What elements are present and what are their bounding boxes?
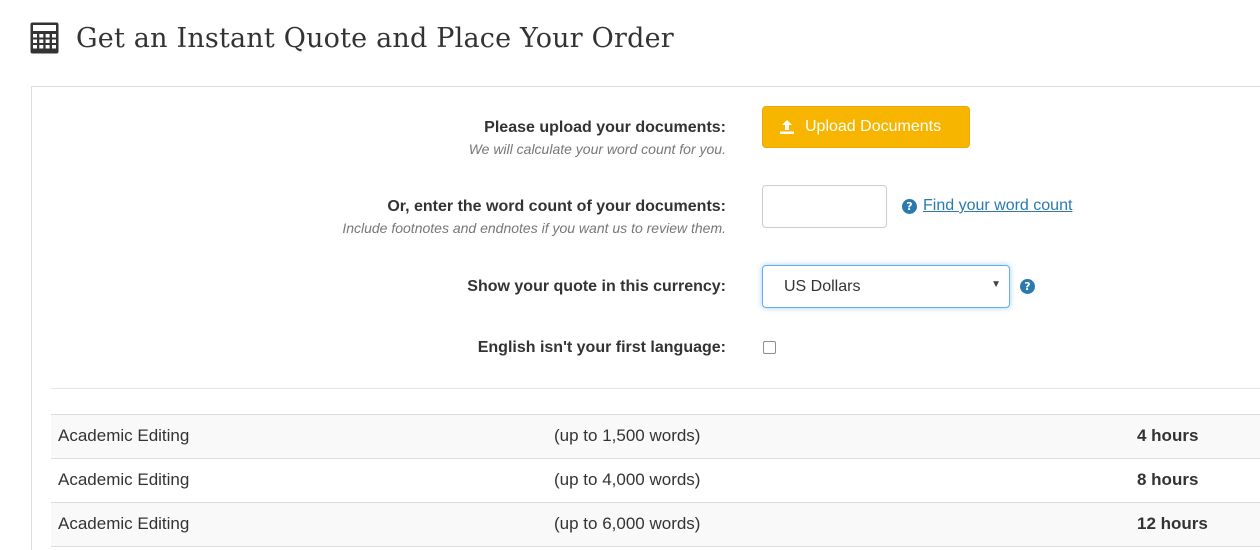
quote-form-panel: Please upload your documents: We will ca…: [31, 86, 1260, 550]
word-count-label-group: Or, enter the word count of your documen…: [342, 198, 726, 236]
turnaround-cell: 12 hours: [1137, 514, 1208, 533]
upload-hint: We will calculate your word count for yo…: [468, 141, 726, 157]
upload-label: Please upload your documents:: [484, 119, 726, 136]
quote-table: Academic Editing (up to 1,500 words) 4 h…: [51, 414, 1260, 547]
service-cell: Academic Editing: [58, 426, 190, 445]
service-cell: Academic Editing: [58, 470, 190, 489]
word-count-label: Or, enter the word count of your documen…: [387, 198, 726, 215]
turnaround-cell: 4 hours: [1137, 426, 1199, 445]
page-header: Get an Instant Quote and Place Your Orde…: [30, 18, 674, 58]
word-limit-cell: (up to 1,500 words): [554, 426, 701, 445]
language-label: English isn't your first language:: [477, 339, 726, 356]
caret-down-icon: ▼: [991, 279, 1001, 290]
calculator-icon: [30, 22, 59, 54]
upload-documents-button[interactable]: Upload Documents: [762, 106, 970, 148]
word-count-hint: Include footnotes and endnotes if you wa…: [342, 220, 726, 236]
language-label-group: English isn't your first language:: [478, 339, 726, 357]
upload-button-label: Upload Documents: [805, 118, 942, 135]
service-cell: Academic Editing: [58, 514, 190, 533]
word-count-input[interactable]: [762, 185, 887, 228]
find-word-count-link[interactable]: ? Find your word count: [902, 197, 1072, 215]
turnaround-cell: 8 hours: [1137, 470, 1199, 489]
word-limit-cell: (up to 6,000 words): [554, 514, 701, 533]
upload-label-group: Please upload your documents: We will ca…: [469, 119, 726, 157]
currency-select[interactable]: US Dollars ▼: [762, 265, 1010, 308]
english-not-first-language-checkbox[interactable]: [763, 341, 776, 354]
currency-help-icon[interactable]: ?: [1020, 279, 1035, 294]
divider: [51, 388, 1260, 389]
table-row[interactable]: Academic Editing (up to 6,000 words) 12 …: [51, 503, 1260, 547]
table-row[interactable]: Academic Editing (up to 4,000 words) 8 h…: [51, 459, 1260, 503]
currency-label: Show your quote in this currency:: [467, 278, 726, 295]
question-circle-icon: ?: [902, 198, 917, 214]
currency-label-group: Show your quote in this currency:: [467, 278, 726, 296]
word-limit-cell: (up to 4,000 words): [554, 470, 701, 489]
find-word-count-label: Find your word count: [923, 197, 1073, 214]
table-row[interactable]: Academic Editing (up to 1,500 words) 4 h…: [51, 415, 1260, 459]
page-title: Get an Instant Quote and Place Your Orde…: [76, 22, 674, 54]
upload-icon: [780, 120, 794, 134]
currency-selected-value: US Dollars: [784, 277, 861, 295]
